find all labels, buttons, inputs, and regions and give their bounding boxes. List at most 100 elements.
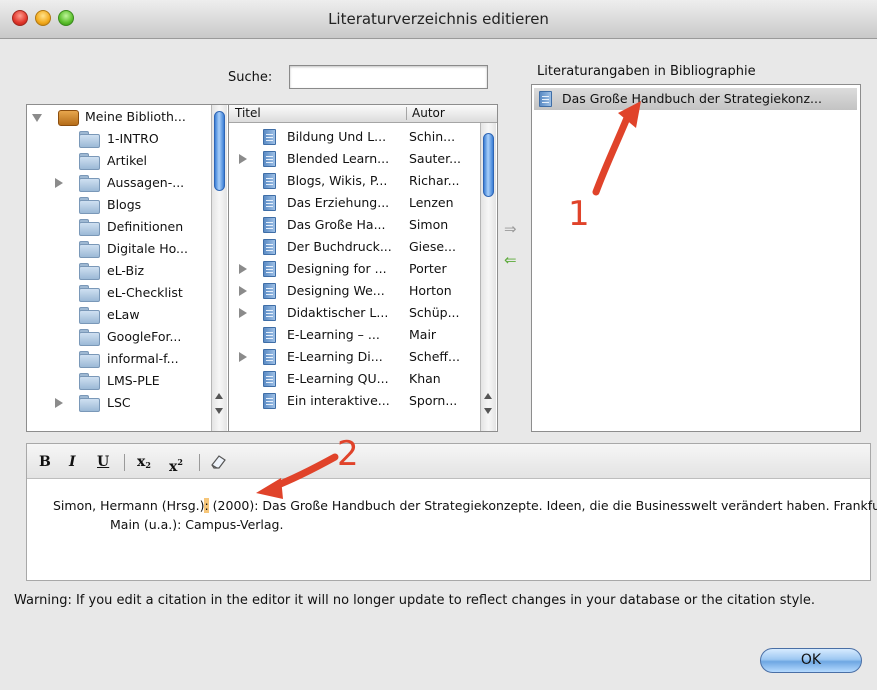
clear-format-button[interactable] (209, 451, 229, 475)
reference-author: Mair (409, 327, 437, 342)
citation-editor[interactable]: B I U x2 x2 Simon, Hermann (Hrsg.): (200… (26, 443, 877, 581)
scroll-up-arrow-icon[interactable] (215, 393, 223, 399)
underline-button[interactable]: U (97, 454, 109, 470)
ok-button[interactable]: OK (760, 648, 862, 673)
document-icon (263, 239, 276, 255)
reference-author: Simon (409, 217, 449, 232)
annotation-marker-1: 1 (568, 194, 590, 234)
folder-item[interactable]: Digitale Ho... (27, 238, 210, 260)
reference-row[interactable]: Blogs, Wikis, P... Richar... (229, 170, 479, 192)
folder-item[interactable]: informal-f... (27, 348, 210, 370)
reference-author: Giese... (409, 239, 456, 254)
reference-author: Sporn... (409, 393, 458, 408)
document-icon (263, 371, 276, 387)
reference-author: Porter (409, 261, 447, 276)
folder-label: GoogleFor... (107, 329, 182, 344)
bibliography-item[interactable]: Das Große Handbuch der Strategiekonz... (534, 88, 857, 110)
folder-icon (79, 263, 100, 280)
reference-author: Scheff... (409, 349, 460, 364)
disclosure-right-icon[interactable] (55, 178, 63, 188)
library-scroll-thumb[interactable] (214, 111, 225, 191)
folder-item[interactable]: Artikel (27, 150, 210, 172)
document-icon (263, 305, 276, 321)
reference-row[interactable]: Designing We... Horton (229, 280, 479, 302)
reference-author: Schin... (409, 129, 456, 144)
column-header-author[interactable]: Autor (412, 105, 445, 122)
document-icon (263, 283, 276, 299)
disclosure-right-icon[interactable] (239, 264, 247, 274)
folder-item[interactable]: eL-Checklist (27, 282, 210, 304)
reference-title: Blended Learn... (287, 151, 390, 166)
folder-item[interactable]: eLaw (27, 304, 210, 326)
scroll-up-arrow-icon[interactable] (484, 393, 492, 399)
folder-icon (79, 153, 100, 170)
folder-label: Digitale Ho... (107, 241, 188, 256)
library-root-label: Meine Biblioth... (85, 109, 186, 124)
eraser-icon (211, 455, 226, 469)
reference-row[interactable]: Blended Learn... Sauter... (229, 148, 479, 170)
library-tree-panel[interactable]: Meine Biblioth... 1-INTRO Artikel Aussagen… (26, 104, 229, 432)
reference-row[interactable]: E-Learning QU... Khan (229, 368, 479, 390)
folder-item[interactable]: Aussagen-... (27, 172, 210, 194)
reference-title: Ein interaktive... (287, 393, 390, 408)
document-icon (263, 195, 276, 211)
folder-label: Blogs (107, 197, 142, 212)
folder-item[interactable]: GoogleFor... (27, 326, 210, 348)
folder-label: eL-Biz (107, 263, 145, 278)
disclosure-down-icon[interactable] (32, 114, 42, 122)
reference-row[interactable]: Das Große Ha... Simon (229, 214, 479, 236)
folder-item[interactable]: Blogs (27, 194, 210, 216)
editor-toolbar: B I U x2 x2 (27, 444, 870, 479)
scroll-down-arrow-icon[interactable] (484, 408, 492, 414)
column-header-title[interactable]: Titel (235, 105, 261, 122)
reference-row[interactable]: Bildung Und L... Schin... (229, 126, 479, 148)
folder-label: LSC (107, 395, 131, 410)
folder-item[interactable]: LSC (27, 392, 210, 414)
references-scrollbar[interactable] (480, 123, 496, 431)
document-icon (263, 129, 276, 145)
dialog-window: Literaturverzeichnis editieren Suche: Me… (0, 0, 877, 690)
search-input[interactable] (289, 65, 488, 89)
library-root-item[interactable]: Meine Biblioth... (27, 106, 212, 128)
reference-row[interactable]: Der Buchdruck... Giese... (229, 236, 479, 258)
disclosure-right-icon[interactable] (239, 352, 247, 362)
disclosure-right-icon[interactable] (239, 154, 247, 164)
bibliography-item-label: Das Große Handbuch der Strategiekonz... (562, 91, 822, 106)
disclosure-right-icon[interactable] (239, 308, 247, 318)
folder-item[interactable]: Definitionen (27, 216, 210, 238)
remove-from-bibliography-button[interactable]: ⇐ (504, 253, 517, 268)
reference-row[interactable]: E-Learning Di... Scheff... (229, 346, 479, 368)
bibliography-panel[interactable]: Das Große Handbuch der Strategiekonz... (531, 84, 861, 432)
reference-author: Sauter... (409, 151, 462, 166)
references-panel[interactable]: Titel Autor Bildung Und L... Schin... Blen… (228, 104, 498, 432)
reference-row[interactable]: Designing for ... Porter (229, 258, 479, 280)
reference-row[interactable]: E-Learning – ... Mair (229, 324, 479, 346)
title-bar[interactable]: Literaturverzeichnis editieren (0, 0, 877, 39)
subscript-button[interactable]: x2 (137, 454, 151, 473)
folder-label: 1-INTRO (107, 131, 159, 146)
superscript-button[interactable]: x2 (169, 454, 183, 475)
references-scroll-thumb[interactable] (483, 133, 494, 197)
folder-label: eLaw (107, 307, 140, 322)
add-to-bibliography-button[interactable]: ⇒ (504, 222, 517, 237)
annotation-marker-2: 2 (337, 434, 359, 474)
reference-row[interactable]: Didaktischer L... Schüp... (229, 302, 479, 324)
reference-title: Designing for ... (287, 261, 387, 276)
folder-item[interactable]: LMS-PLE (27, 370, 210, 392)
document-icon (263, 261, 276, 277)
document-icon (539, 91, 552, 107)
scroll-down-arrow-icon[interactable] (215, 408, 223, 414)
folder-item[interactable]: 1-INTRO (27, 128, 210, 150)
folder-label: informal-f... (107, 351, 179, 366)
folder-item[interactable]: eL-Biz (27, 260, 210, 282)
disclosure-right-icon[interactable] (239, 286, 247, 296)
reference-row[interactable]: Das Erziehung... Lenzen (229, 192, 479, 214)
citation-text[interactable]: Simon, Hermann (Hrsg.): (2000): Das Groß… (53, 496, 877, 534)
italic-button[interactable]: I (69, 454, 76, 470)
bold-button[interactable]: B (39, 454, 51, 470)
library-scrollbar[interactable] (211, 105, 227, 431)
disclosure-right-icon[interactable] (55, 398, 63, 408)
folder-icon (79, 351, 100, 368)
reference-author: Horton (409, 283, 452, 298)
reference-row[interactable]: Ein interaktive... Sporn... (229, 390, 479, 412)
